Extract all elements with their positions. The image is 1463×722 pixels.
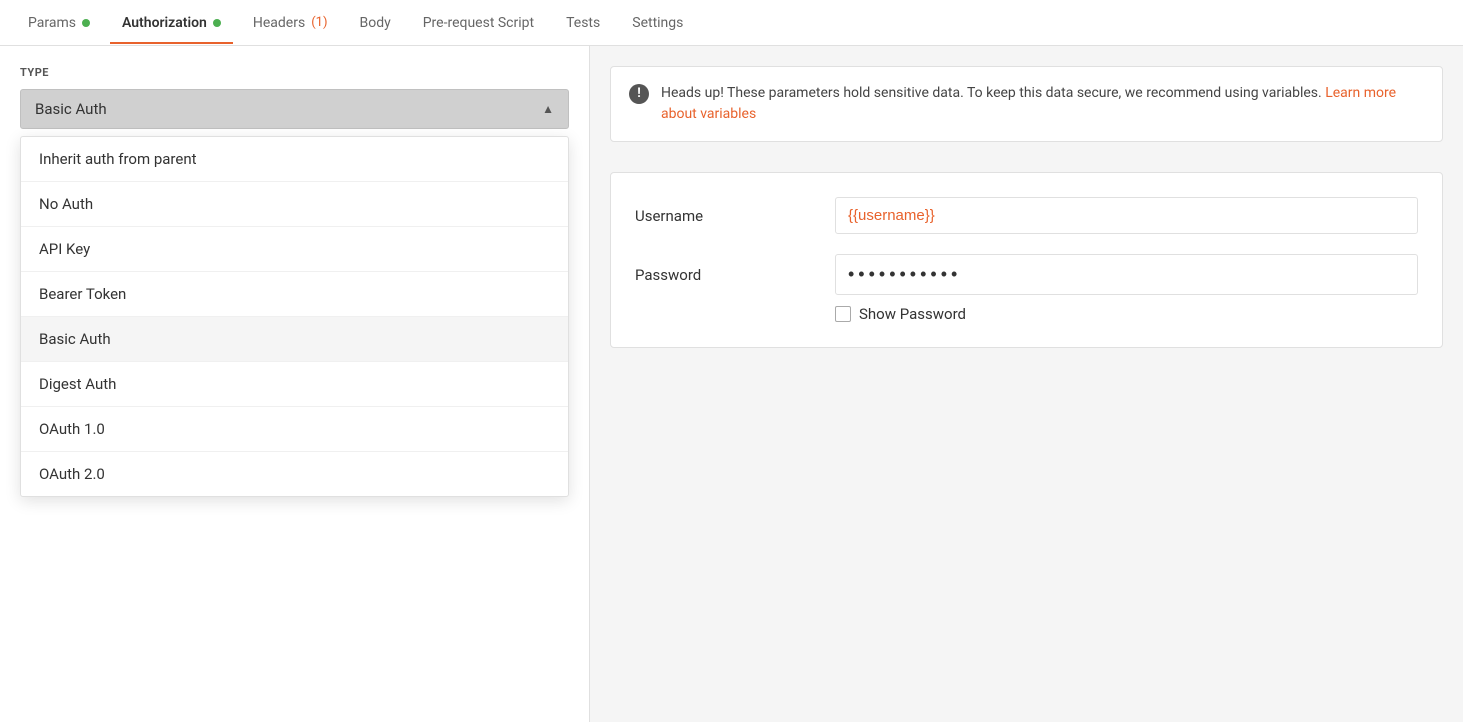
tab-body-label: Body xyxy=(359,15,390,31)
option-oauth2-label: OAuth 2.0 xyxy=(39,465,105,483)
option-basic-auth[interactable]: Basic Auth xyxy=(21,317,568,362)
tab-headers[interactable]: Headers (1) xyxy=(241,3,340,43)
right-panel: ! Heads up! These parameters hold sensit… xyxy=(590,46,1463,722)
username-input[interactable] xyxy=(835,197,1418,234)
tab-params[interactable]: Params xyxy=(16,3,102,43)
main-content: TYPE Basic Auth ▲ Inherit auth from pare… xyxy=(0,46,1463,722)
tab-tests[interactable]: Tests xyxy=(554,3,612,43)
option-oauth2[interactable]: OAuth 2.0 xyxy=(21,452,568,496)
option-api-key-label: API Key xyxy=(39,240,90,258)
type-label: TYPE xyxy=(20,66,569,79)
type-section: TYPE Basic Auth ▲ xyxy=(0,46,589,129)
info-message: Heads up! These parameters hold sensitiv… xyxy=(661,85,1325,101)
username-label: Username xyxy=(635,207,835,225)
password-input[interactable] xyxy=(835,254,1418,295)
show-password-checkbox[interactable] xyxy=(835,306,851,322)
params-dot xyxy=(82,19,90,27)
option-digest-auth[interactable]: Digest Auth xyxy=(21,362,568,407)
authorization-dot xyxy=(213,19,221,27)
tab-settings-label: Settings xyxy=(632,15,683,31)
option-no-auth[interactable]: No Auth xyxy=(21,182,568,227)
tab-bar: Params Authorization Headers (1) Body Pr… xyxy=(0,0,1463,46)
info-text: Heads up! These parameters hold sensitiv… xyxy=(661,83,1424,125)
tab-authorization[interactable]: Authorization xyxy=(110,3,233,43)
select-arrow-icon: ▲ xyxy=(542,102,554,116)
option-bearer-token[interactable]: Bearer Token xyxy=(21,272,568,317)
option-digest-auth-label: Digest Auth xyxy=(39,375,116,393)
info-box: ! Heads up! These parameters hold sensit… xyxy=(610,66,1443,142)
tab-prerequest[interactable]: Pre-request Script xyxy=(411,3,546,43)
option-inherit-auth-label: Inherit auth from parent xyxy=(39,150,197,168)
tab-body[interactable]: Body xyxy=(347,3,402,43)
auth-type-select[interactable]: Basic Auth ▲ xyxy=(20,89,569,129)
password-row: Password xyxy=(635,254,1418,295)
left-panel: TYPE Basic Auth ▲ Inherit auth from pare… xyxy=(0,46,590,722)
option-oauth1-label: OAuth 1.0 xyxy=(39,420,105,438)
tab-headers-label: Headers xyxy=(253,15,305,31)
auth-type-dropdown: Inherit auth from parent No Auth API Key… xyxy=(20,136,569,497)
auth-form: Username Password Show Password xyxy=(610,172,1443,348)
password-label: Password xyxy=(635,266,835,284)
info-icon: ! xyxy=(629,84,649,104)
option-api-key[interactable]: API Key xyxy=(21,227,568,272)
username-row: Username xyxy=(635,197,1418,234)
option-bearer-token-label: Bearer Token xyxy=(39,285,126,303)
show-password-label: Show Password xyxy=(859,305,966,323)
tab-settings[interactable]: Settings xyxy=(620,3,695,43)
tab-params-label: Params xyxy=(28,15,76,31)
tab-authorization-label: Authorization xyxy=(122,15,207,31)
option-no-auth-label: No Auth xyxy=(39,195,93,213)
headers-badge: (1) xyxy=(311,15,327,30)
selected-auth-type: Basic Auth xyxy=(35,100,107,118)
show-password-row: Show Password xyxy=(835,305,1418,323)
tab-prerequest-label: Pre-request Script xyxy=(423,15,534,31)
option-oauth1[interactable]: OAuth 1.0 xyxy=(21,407,568,452)
option-inherit-auth[interactable]: Inherit auth from parent xyxy=(21,137,568,182)
option-basic-auth-label: Basic Auth xyxy=(39,330,111,348)
tab-tests-label: Tests xyxy=(566,15,600,31)
